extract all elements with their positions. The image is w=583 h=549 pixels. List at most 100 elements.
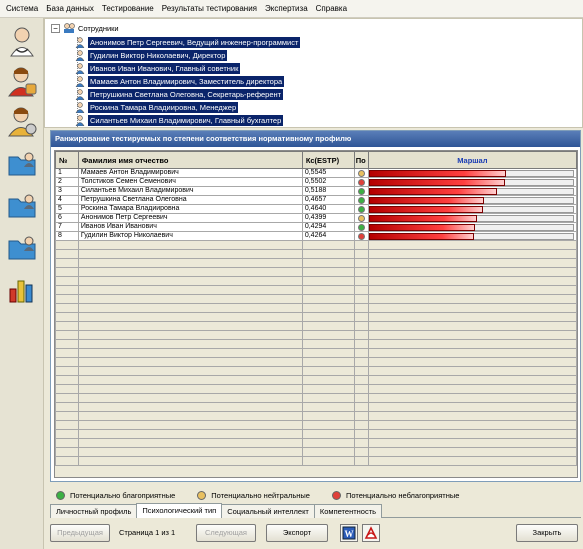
cell-score: 0,5502 [301,177,355,187]
panel-title: Ранжирование тестируемых по степени соот… [51,131,580,147]
tree-item-employee[interactable]: Петрушкина Светлана Олеговна, Секретарь-… [75,88,284,100]
status-dot-icon [357,232,365,240]
empty-row [55,348,577,358]
folder-person-2-icon[interactable] [3,186,40,224]
prev-page-button[interactable]: Предыдущая [50,524,110,542]
export-button[interactable]: Экспорт [266,524,328,542]
legend: Потенциально благоприятные Потенциально … [50,487,581,503]
tab-social-intellect[interactable]: Социальный интеллект [221,504,315,518]
bar-chart-icon[interactable] [3,270,40,308]
empty-row [55,402,577,412]
col-status-header[interactable]: По [353,151,369,169]
user-settings-icon[interactable] [3,102,40,140]
empty-row [55,447,577,457]
cell-score: 0,4294 [301,222,355,232]
empty-row [55,240,577,250]
svg-text:W: W [345,529,354,539]
menu-expertise[interactable]: Экспертиза [261,4,312,13]
bar-fill [369,215,478,222]
menu-system[interactable]: Система [2,4,42,13]
empty-row [55,411,577,421]
col-score-header[interactable]: Кс(ESTP) [301,151,355,169]
empty-row [55,429,577,439]
cell-status [353,222,369,232]
table-row[interactable]: 2 Толстиков Семен Семенович 0,5502 [55,177,577,187]
menu-help[interactable]: Справка [312,4,351,13]
legend-neutral-label: Потенциально нейтральные [211,490,310,500]
cell-num: 1 [55,168,79,178]
cell-num: 6 [55,213,79,223]
table-row[interactable]: 7 Иванов Иван Иванович 0,4294 [55,222,577,232]
cell-score: 0,4264 [301,231,355,241]
table-row[interactable]: 6 Анонимов Петр Сергеевич 0,4399 [55,213,577,223]
person-icon [75,88,85,100]
empty-row [55,357,577,367]
tree-root[interactable]: − Сотрудники [51,23,119,33]
cell-chart [367,222,577,232]
empty-row [55,339,577,349]
close-button[interactable]: Закрыть [516,524,578,542]
bar-fill [369,224,475,231]
user-add-icon[interactable] [3,62,40,100]
tab-personal-profile[interactable]: Личностный профиль [50,504,138,518]
col-num-header[interactable]: № [55,151,79,169]
empty-row [55,312,577,322]
tree-item-employee[interactable]: Силантьев Михаил Владимирович, Главный б… [75,114,284,126]
table-row[interactable]: 5 Роскина Тамара Владиировна 0,4640 [55,204,577,214]
tree-item-label: Иванов Иван Иванович, Главный советник [88,62,241,74]
table-row[interactable]: 1 Мамаев Антон Владимирович 0,5545 [55,168,577,178]
person-icon [75,36,85,48]
cell-num: 2 [55,177,79,187]
person-icon [75,62,85,74]
cell-status [353,177,369,187]
page-info: Страница 1 из 1 [119,528,176,537]
col-name-header[interactable]: Фамилия имя отчество [77,151,303,169]
person-icon [75,114,85,126]
doctor-person-icon[interactable] [3,22,40,60]
person-icon [75,49,85,61]
unfavorable-dot-icon [331,490,341,500]
cell-chart [367,177,577,187]
tree-item-employee[interactable]: Роскина Тамара Владиировна, Менеджер [75,101,239,113]
bar-fill [369,170,506,177]
status-dot-icon [357,187,365,195]
empty-row [55,375,577,385]
next-page-button[interactable]: Следующая [196,524,256,542]
cell-score: 0,4657 [301,195,355,205]
tree-item-employee[interactable]: Анонимов Петр Сергеевич, Ведущий инженер… [75,36,301,48]
cell-name: Силантьев Михаил Владимирович [77,186,303,196]
col-chart-header: Маршал [367,151,577,169]
cell-score: 0,5188 [301,186,355,196]
ranking-panel: Ранжирование тестируемых по степени соот… [50,130,581,482]
folder-person-3-icon[interactable] [3,228,40,266]
bar-fill [369,206,484,213]
empty-row [55,249,577,259]
folder-person-icon[interactable] [3,144,40,182]
empty-row [55,438,577,448]
tree-root-label: Сотрудники [78,23,119,33]
tree-item-employee[interactable]: Иванов Иван Иванович, Главный советник [75,62,241,74]
person-icon [75,75,85,87]
legend-unfavorable-label: Потенциально неблагоприятные [345,490,460,500]
cell-chart [367,213,577,223]
word-icon[interactable]: W [340,524,358,542]
menu-database[interactable]: База данных [42,4,98,13]
table-row[interactable]: 3 Силантьев Михаил Владимирович 0,5188 [55,186,577,196]
tree-item-employee[interactable]: Гудилин Виктор Николаевич, Директор [75,49,228,61]
tab-psych-type[interactable]: Психологический тип [136,503,223,518]
tree-item-employee[interactable]: Мамаев Антон Владимирович, Заместитель д… [75,75,285,87]
cell-score: 0,5545 [301,168,355,178]
tab-competence[interactable]: Компетентность [313,504,383,518]
pdf-icon[interactable] [362,524,380,542]
cell-num: 8 [55,231,79,241]
table-row[interactable]: 8 Гудилин Виктор Николаевич 0,4264 [55,231,577,241]
cell-name: Иванов Иван Иванович [77,222,303,232]
table-row[interactable]: 4 Петрушкина Светлана Олеговна 0,4657 [55,195,577,205]
menu-testing[interactable]: Тестирование [98,4,158,13]
bar-fill [369,188,497,195]
cell-status [353,168,369,178]
menu-results[interactable]: Результаты тестирования [158,4,261,13]
empty-row [55,303,577,313]
collapse-icon[interactable]: − [51,23,60,33]
bar-fill [369,233,475,240]
